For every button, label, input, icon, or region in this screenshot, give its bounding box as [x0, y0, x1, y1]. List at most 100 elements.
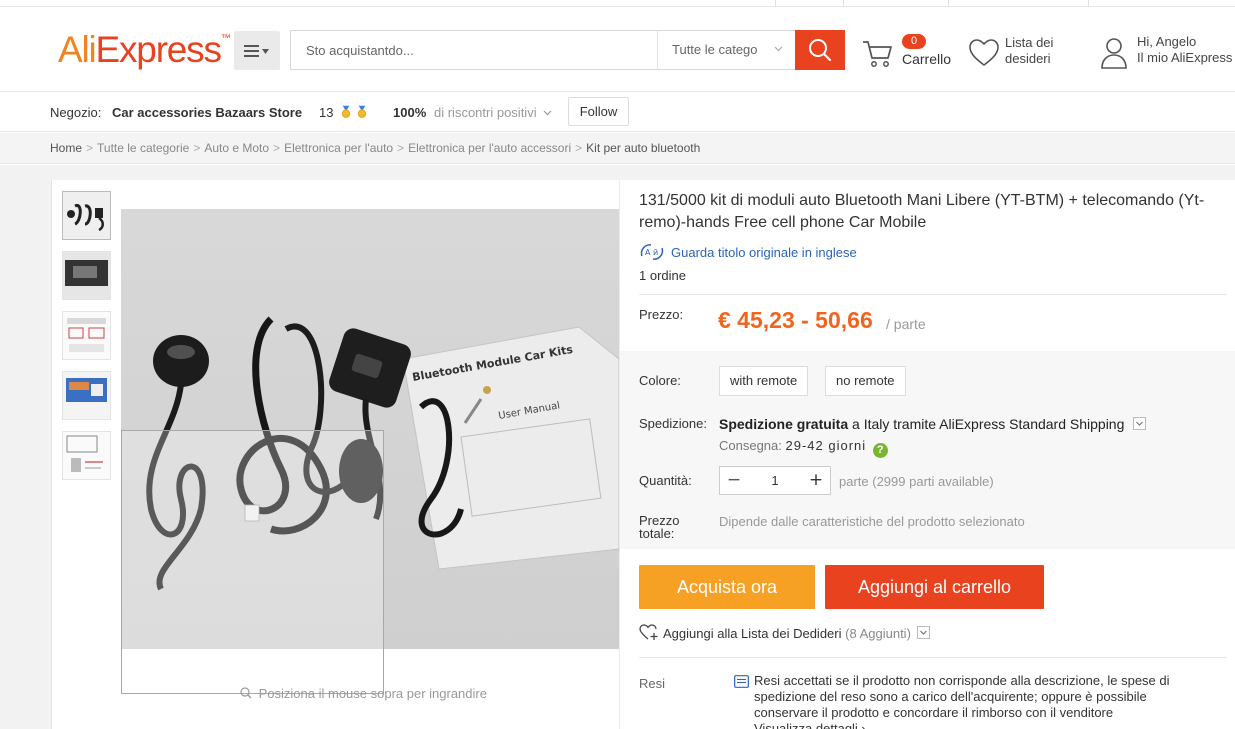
- medal-icon: [357, 105, 366, 118]
- original-title-link[interactable]: A й Guarda titolo originale in inglese: [639, 243, 857, 261]
- chevron-down-icon: [1136, 421, 1144, 426]
- follow-store-button[interactable]: Follow: [568, 97, 629, 126]
- shipping-dropdown[interactable]: [1133, 417, 1147, 430]
- top-strip-divider: [843, 0, 844, 7]
- top-strip-divider: [775, 0, 776, 7]
- shipping-method-text: a Italy tramite AliExpress Standard Ship…: [848, 416, 1125, 432]
- zoom-hint-text: Posiziona il mouse sopra per ingrandire: [258, 686, 487, 701]
- quantity-decrease-button[interactable]: −: [720, 467, 748, 494]
- store-label: Negozio:: [50, 105, 102, 120]
- cart-link[interactable]: 0 Carrello: [862, 34, 954, 71]
- divider: [639, 657, 1227, 658]
- search-icon: [809, 39, 832, 62]
- breadcrumb-separator: >: [575, 141, 583, 155]
- breadcrumb-car-electronics[interactable]: Elettronica per l'auto: [284, 141, 393, 155]
- product-gallery: Bluetooth Module Car Kits User Manual Po…: [52, 180, 620, 729]
- total-price-label: Prezzo totale:: [639, 514, 679, 540]
- store-name-link[interactable]: Car accessories Bazaars Store: [112, 105, 302, 120]
- thumbnail[interactable]: [62, 371, 111, 420]
- thumbnail[interactable]: [62, 431, 111, 480]
- logo-trademark: ™: [220, 33, 231, 44]
- total-price-label-line2: totale:: [639, 526, 675, 541]
- store-rating-value: 100%: [393, 105, 427, 120]
- breadcrumb-separator: >: [397, 141, 405, 155]
- quantity-input[interactable]: [748, 467, 802, 494]
- wishlist-label-line1: Lista dei: [1005, 35, 1054, 50]
- medal-icon: [341, 105, 351, 118]
- svg-text:й: й: [653, 248, 658, 257]
- top-strip-divider: [1088, 0, 1089, 7]
- help-icon[interactable]: ?: [872, 443, 888, 458]
- breadcrumb-auto-moto[interactable]: Auto e Moto: [204, 141, 269, 155]
- menu-icon: [244, 44, 269, 57]
- top-strip: [0, 0, 1235, 7]
- breadcrumb-separator: >: [86, 141, 94, 155]
- quantity-label: Quantità:: [639, 473, 692, 488]
- account-link[interactable]: Hi, Angelo Il mio AliExpress: [1100, 34, 1235, 72]
- breadcrumb: Home > Tutte le categorie > Auto e Moto > Elet…: [0, 133, 1235, 164]
- price-label: Prezzo:: [639, 307, 684, 322]
- site-header: AliExpress™ Tutte le catego: [0, 7, 1235, 92]
- chevron-down-icon: [543, 110, 552, 116]
- chevron-down-icon: [774, 31, 783, 69]
- breadcrumb-car-electronics-accessories[interactable]: Elettronica per l'auto accessori: [408, 141, 571, 155]
- search-input[interactable]: [291, 31, 657, 69]
- heart-icon: [969, 39, 999, 66]
- buy-now-button[interactable]: Acquista ora: [639, 565, 815, 609]
- thumbnail-image: [63, 372, 110, 419]
- search-button[interactable]: [795, 30, 845, 70]
- returns-details-link[interactable]: Visualizza dettagli ›: [734, 721, 1206, 729]
- returns-policy: Resi accettati se il prodotto non corris…: [734, 673, 1206, 729]
- cart-label: Carrello: [902, 51, 952, 67]
- wishlist-dropdown[interactable]: [916, 626, 930, 639]
- category-menu-button[interactable]: [234, 31, 280, 70]
- thumbnail[interactable]: [62, 251, 111, 300]
- heart-plus-icon: [639, 624, 658, 640]
- wishlist-count: (8 Aggiunti): [845, 626, 911, 641]
- breadcrumb-home[interactable]: Home: [50, 141, 82, 155]
- delivery-label: Consegna:: [719, 438, 782, 453]
- color-option-no-remote[interactable]: no remote: [825, 366, 906, 396]
- aliexpress-logo[interactable]: AliExpress™: [58, 29, 231, 71]
- price-unit: / parte: [886, 316, 926, 332]
- original-title-text: Guarda titolo originale in inglese: [671, 245, 857, 260]
- cart-count-badge: 0: [902, 34, 926, 49]
- wishlist-label: Lista dei desideri: [1005, 35, 1065, 67]
- add-to-cart-button[interactable]: Aggiungi al carrello: [825, 565, 1044, 609]
- chevron-down-icon: [919, 630, 927, 635]
- translate-icon: A й: [640, 244, 664, 260]
- store-rating-dropdown[interactable]: di riscontri positivi: [434, 105, 552, 120]
- thumbnail-image: [63, 192, 110, 239]
- breadcrumb-separator: >: [273, 141, 281, 155]
- search-category-label: Tutte le catego: [672, 42, 758, 57]
- wishlist-label-line2: desideri: [1005, 51, 1051, 66]
- search-category-select[interactable]: Tutte le catego: [657, 31, 795, 69]
- returns-icon: [734, 675, 749, 688]
- total-price-value: Dipende dalle caratteristiche del prodot…: [719, 514, 1025, 529]
- delivery-days: 29-42 giorni: [785, 438, 867, 453]
- store-score-value: 13: [319, 105, 334, 120]
- store-bar: Negozio: Car accessories Bazaars Store 1…: [0, 92, 1235, 132]
- add-to-wishlist-text: Aggiungi alla Lista dei Dedideri: [663, 626, 842, 641]
- store-score: 13: [319, 105, 367, 120]
- free-shipping-text: Spedizione gratuita: [719, 416, 849, 432]
- zoom-lens: [121, 430, 384, 694]
- user-greeting: Hi, Angelo: [1137, 34, 1197, 49]
- shipping-label: Spedizione:: [639, 416, 707, 431]
- product-info: 131/5000 kit di moduli auto Bluetooth Ma…: [620, 180, 1235, 729]
- thumbnail[interactable]: [62, 311, 111, 360]
- account-label: Hi, Angelo Il mio AliExpress: [1137, 34, 1232, 66]
- order-count: 1 ordine: [639, 268, 686, 283]
- returns-label: Resi: [639, 676, 666, 691]
- thumbnail-image: [63, 432, 110, 479]
- product-panel: Bluetooth Module Car Kits User Manual Po…: [51, 180, 1235, 729]
- wishlist-link[interactable]: Lista dei desideri: [968, 35, 1078, 71]
- price-range: € 45,23 - 50,66: [718, 307, 873, 333]
- breadcrumb-separator: >: [193, 141, 201, 155]
- quantity-increase-button[interactable]: +: [802, 467, 830, 494]
- thumbnail[interactable]: [62, 191, 111, 240]
- breadcrumb-all-categories[interactable]: Tutte le categorie: [97, 141, 189, 155]
- add-to-wishlist-link[interactable]: Aggiungi alla Lista dei Dedideri (8 Aggi…: [639, 624, 930, 641]
- color-option-with-remote[interactable]: with remote: [719, 366, 809, 396]
- divider: [639, 294, 1227, 295]
